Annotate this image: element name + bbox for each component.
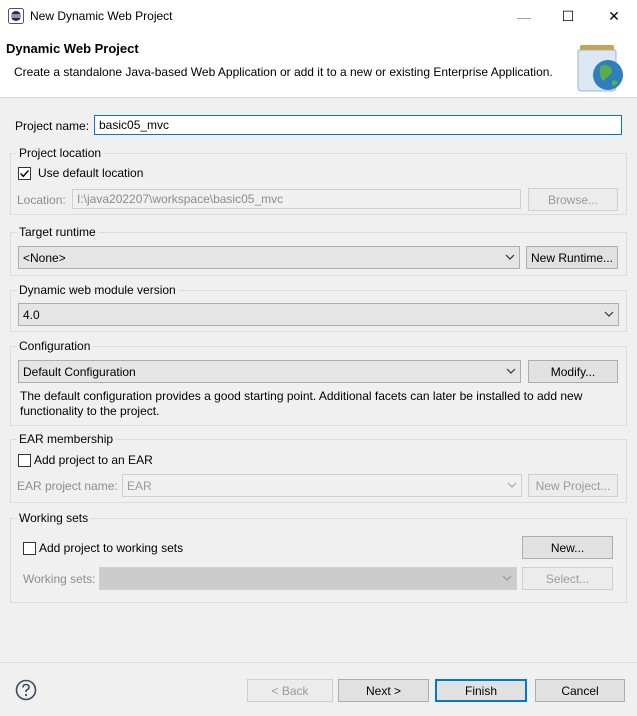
chevron-down-icon <box>506 368 516 374</box>
module-version-group-label: Dynamic web module version <box>17 283 178 297</box>
working-sets-select[interactable] <box>99 567 517 590</box>
module-version-select[interactable]: 4.0 <box>18 303 619 326</box>
location-label: Location: <box>17 193 66 207</box>
project-location-group-label: Project location <box>17 146 104 160</box>
close-button[interactable]: ✕ <box>591 0 637 33</box>
working-sets-label: Working sets: <box>23 572 96 586</box>
add-to-ear-label: Add project to an EAR <box>34 453 153 467</box>
chevron-down-icon <box>505 254 515 260</box>
next-button[interactable]: Next > <box>338 679 429 702</box>
working-sets-group-label: Working sets <box>17 511 91 525</box>
checkmark-icon <box>20 170 30 178</box>
configuration-description-line-1: The default configuration provides a goo… <box>20 389 583 403</box>
use-default-location-checkbox[interactable] <box>18 167 31 180</box>
configuration-value: Default Configuration <box>23 365 136 379</box>
window-title: New Dynamic Web Project <box>30 9 173 23</box>
close-icon: ✕ <box>608 8 620 24</box>
new-runtime-button[interactable]: New Runtime... <box>526 246 618 269</box>
finish-button[interactable]: Finish <box>435 679 527 702</box>
add-to-working-sets-label: Add project to working sets <box>39 541 184 555</box>
maximize-icon: ☐ <box>561 8 575 24</box>
target-runtime-select[interactable]: <None> <box>18 246 520 269</box>
cancel-button[interactable]: Cancel <box>535 679 625 702</box>
wizard-description: Create a standalone Java-based Web Appli… <box>14 65 553 79</box>
add-to-ear-checkbox[interactable] <box>18 454 31 467</box>
target-runtime-value: <None> <box>23 251 66 265</box>
working-sets-group <box>10 518 627 603</box>
project-name-label: Project name: <box>15 119 90 133</box>
location-input[interactable]: I:\java202207\workspace\basic05_mvc <box>72 189 521 209</box>
jar-globe-icon <box>577 45 623 92</box>
ear-project-name-label: EAR project name: <box>17 479 118 493</box>
configuration-description: The default configuration provides a goo… <box>20 389 620 419</box>
help-icon[interactable] <box>15 679 37 701</box>
module-version-value: 4.0 <box>23 308 40 322</box>
ear-project-select[interactable]: EAR <box>122 474 522 497</box>
new-working-set-button[interactable]: New... <box>522 536 613 559</box>
modify-button[interactable]: Modify... <box>528 360 618 383</box>
use-default-location-label: Use default location <box>38 166 144 180</box>
chevron-down-icon <box>604 311 614 317</box>
ear-project-value: EAR <box>127 479 152 493</box>
configuration-select[interactable]: Default Configuration <box>18 360 521 383</box>
minimize-button[interactable]: — <box>501 0 547 33</box>
wizard-header: Dynamic Web Project Create a standalone … <box>0 33 637 98</box>
configuration-description-line-2: functionality to the project. <box>20 404 160 418</box>
ear-membership-group-label: EAR membership <box>17 432 116 446</box>
select-working-sets-button[interactable]: Select... <box>522 567 613 590</box>
chevron-down-icon <box>507 482 517 488</box>
target-runtime-group-label: Target runtime <box>17 225 98 239</box>
add-to-working-sets-checkbox[interactable] <box>23 542 36 555</box>
configuration-group-label: Configuration <box>17 339 93 353</box>
eclipse-icon <box>8 8 24 24</box>
chevron-down-icon <box>502 575 512 581</box>
new-ear-project-button[interactable]: New Project... <box>528 474 618 497</box>
wizard-title: Dynamic Web Project <box>6 41 139 56</box>
maximize-button[interactable]: ☐ <box>545 0 591 33</box>
back-button[interactable]: < Back <box>247 679 333 702</box>
project-name-input[interactable]: basic05_mvc <box>94 115 622 135</box>
browse-button[interactable]: Browse... <box>528 188 618 211</box>
title-bar: New Dynamic Web Project — ☐ ✕ <box>0 0 637 33</box>
footer-separator <box>0 662 637 663</box>
minimize-icon: — <box>517 8 531 25</box>
